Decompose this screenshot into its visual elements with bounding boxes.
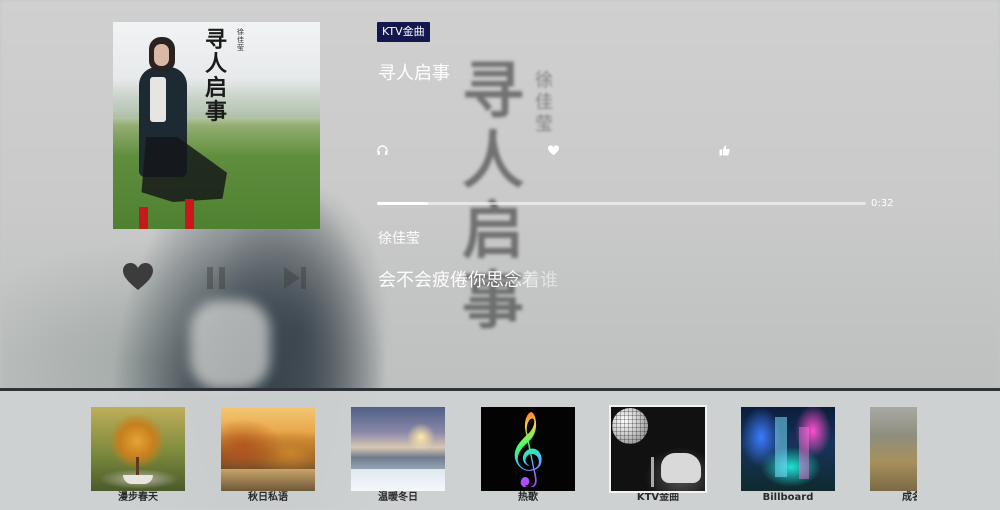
playlist-label: 温暖冬日 (378, 492, 418, 503)
pause-icon (207, 267, 225, 289)
elapsed-time: 0:32 (871, 198, 894, 209)
artist-name[interactable]: 徐佳莹 (378, 229, 420, 249)
playlist-label: Billboard (762, 492, 814, 503)
playlist-item[interactable]: 𝄞 热歌 (481, 407, 575, 505)
playlist-label: 漫步春天 (118, 492, 158, 503)
headphones-icon (377, 145, 388, 155)
playlist-label: KTV金曲 (636, 492, 680, 503)
background-calligraphy: 寻人启事 (462, 54, 525, 337)
heart-icon (548, 145, 559, 156)
playlist-thumbnail (609, 405, 707, 493)
background-calligraphy-small: 徐佳莹 (535, 70, 553, 135)
treble-clef-icon: 𝄞 (507, 412, 545, 486)
next-icon (284, 267, 306, 289)
pause-button[interactable] (205, 266, 227, 290)
listen-count-stat (377, 141, 388, 155)
playlist-thumbnail (741, 407, 835, 491)
favorite-button[interactable] (123, 263, 153, 291)
playlist-strip: 漫步春天 秋日私语 温暖冬日 𝄞 热歌 KTV金曲 Billboard 成名曲 (0, 388, 1000, 510)
playlist-label: 热歌 (518, 492, 538, 503)
playlist-thumbnail (91, 407, 185, 491)
album-cover-artist: 徐佳莹 (237, 28, 244, 52)
album-cover-title: 寻人启事 (205, 27, 228, 125)
playlist-item[interactable]: 温暖冬日 (351, 407, 445, 505)
album-cover: 寻人启事 徐佳莹 (113, 22, 320, 229)
playlist-item[interactable]: 成名曲 (870, 407, 917, 505)
progress-bar[interactable] (377, 202, 866, 205)
playlist-thumbnail (221, 407, 315, 491)
playlist-label: 成名曲 (902, 492, 917, 503)
like-count-stat (719, 141, 730, 156)
playlist-item[interactable]: Billboard (741, 407, 835, 505)
heart-icon (123, 263, 153, 290)
category-tag[interactable]: KTV金曲 (377, 22, 430, 42)
background-figure (190, 300, 270, 390)
playlist-thumbnail (870, 407, 917, 491)
playlist-item[interactable]: 漫步春天 (91, 407, 185, 505)
progress-fill (377, 202, 429, 205)
next-button[interactable] (283, 266, 307, 290)
playlist-item[interactable]: 秋日私语 (221, 407, 315, 505)
disco-ball-icon (612, 408, 648, 444)
playlist-item-active[interactable]: KTV金曲 (609, 405, 707, 505)
playlist-thumbnail (351, 407, 445, 491)
playlist-thumbnail: 𝄞 (481, 407, 575, 491)
playlist-label: 秋日私语 (248, 492, 288, 503)
favorite-count-stat (548, 141, 559, 156)
song-title: 寻人启事 (378, 63, 450, 84)
thumbs-up-icon (719, 145, 730, 156)
playlist-overflow: 成名曲 (870, 407, 917, 507)
current-lyric: 会不会疲倦你思念着谁 (378, 268, 558, 294)
